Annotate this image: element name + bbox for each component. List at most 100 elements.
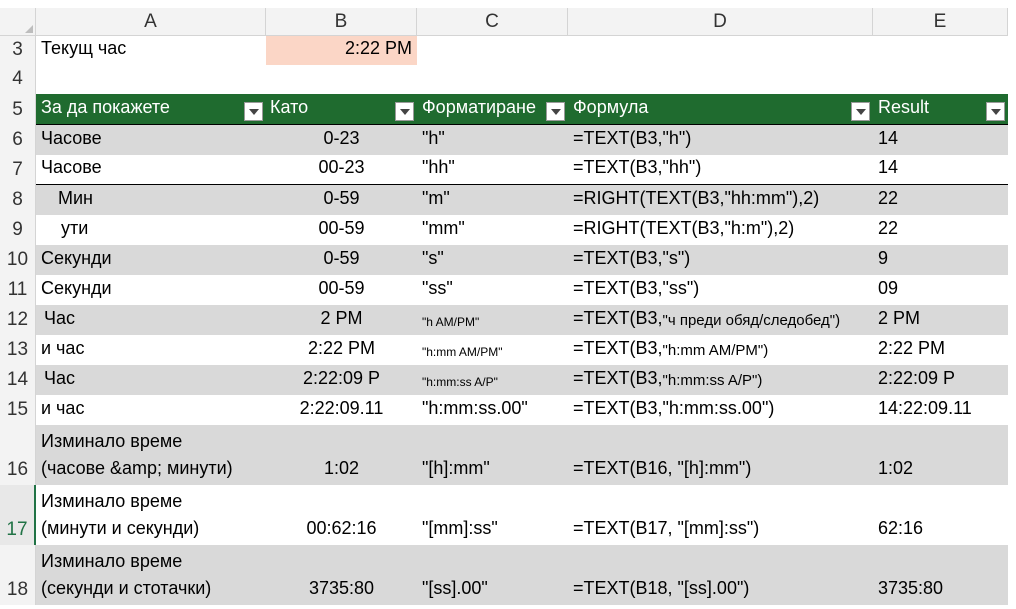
cell-formula[interactable]: =RIGHT(TEXT(B3,"hh:mm"),2) <box>568 185 873 215</box>
cell-to-display[interactable]: Мин <box>36 185 266 215</box>
cell-formula[interactable]: =TEXT(B18, "[ss].00") <box>568 545 873 605</box>
cell-format[interactable]: "h:mm AM/PM" <box>417 335 568 365</box>
cell-c3[interactable] <box>417 36 568 65</box>
cell-formula[interactable]: =TEXT(B3,"hh") <box>568 155 873 184</box>
column-header-b[interactable]: B <box>266 8 417 35</box>
cell-as[interactable]: 00:62:16 <box>266 485 417 545</box>
cell-as[interactable]: 0-59 <box>266 185 417 215</box>
cell-to-display[interactable]: Часове <box>36 125 266 155</box>
filter-dropdown-icon[interactable] <box>851 102 870 121</box>
header-to-display[interactable]: За да покажете <box>36 94 266 124</box>
cell-to-display[interactable]: Секунди <box>36 275 266 305</box>
cell-as[interactable]: 3735:80 <box>266 545 417 605</box>
cell-formula[interactable]: =TEXT(B3,"h") <box>568 125 873 155</box>
cell-as[interactable]: 00-59 <box>266 275 417 305</box>
cell-format[interactable]: "m" <box>417 185 568 215</box>
cell-result[interactable]: 2 PM <box>873 305 1008 335</box>
cell-to-display[interactable]: Изминало време (минути и секунди) <box>36 485 266 545</box>
cell-result[interactable]: 14 <box>873 125 1008 155</box>
cell-result[interactable]: 14 <box>873 155 1008 184</box>
row-header[interactable]: 4 <box>0 65 36 94</box>
cell-result[interactable]: 14:22:09.11 <box>873 395 1008 425</box>
cell-format[interactable]: "h AM/PM" <box>417 305 568 335</box>
row-header[interactable]: 6 <box>0 125 36 155</box>
cell-result[interactable]: 1:02 <box>873 425 1008 485</box>
cell-format[interactable]: "h:mm:ss.00" <box>417 395 568 425</box>
row-header[interactable]: 5 <box>0 94 36 125</box>
cell-as[interactable]: 0-23 <box>266 125 417 155</box>
row-header[interactable]: 11 <box>0 275 36 305</box>
cell-result[interactable]: 2:22:09 P <box>873 365 1008 395</box>
cell-a4[interactable] <box>36 65 266 94</box>
column-header-d[interactable]: D <box>568 8 873 35</box>
cell-to-display[interactable]: Часове <box>36 155 266 184</box>
row-header[interactable]: 13 <box>0 335 36 365</box>
select-all-corner[interactable] <box>0 8 36 35</box>
cell-formula[interactable]: =TEXT(B3, "ч преди обяд/следобед") <box>568 305 873 335</box>
cell-result[interactable]: 9 <box>873 245 1008 275</box>
cell-as[interactable]: 1:02 <box>266 425 417 485</box>
cell-to-display[interactable]: и час <box>36 395 266 425</box>
row-header[interactable]: 3 <box>0 36 36 65</box>
cell-result[interactable]: 3735:80 <box>873 545 1008 605</box>
row-header[interactable]: 18 <box>0 545 36 605</box>
header-as[interactable]: Като <box>266 94 417 124</box>
cell-result[interactable]: 62:16 <box>873 485 1008 545</box>
cell-to-display[interactable]: Изминало време (секунди и стотачки) <box>36 545 266 605</box>
row-header[interactable]: 8 <box>0 185 36 215</box>
cell-formula[interactable]: =TEXT(B16, "[h]:mm") <box>568 425 873 485</box>
cell-format[interactable]: "h" <box>417 125 568 155</box>
cell-as[interactable]: 2 PM <box>266 305 417 335</box>
cell-as[interactable]: 0-59 <box>266 245 417 275</box>
cell-format[interactable]: "s" <box>417 245 568 275</box>
filter-dropdown-icon[interactable] <box>244 102 263 121</box>
cell-to-display[interactable]: Час <box>36 305 266 335</box>
row-header[interactable]: 7 <box>0 155 36 185</box>
cell-e3[interactable] <box>873 36 1008 65</box>
cell-format[interactable]: "[mm]:ss" <box>417 485 568 545</box>
column-header-e[interactable]: E <box>873 8 1008 35</box>
cell-as[interactable]: 00-59 <box>266 215 417 245</box>
cell-format[interactable]: "h:mm:ss A/P" <box>417 365 568 395</box>
column-header-c[interactable]: C <box>417 8 568 35</box>
cell-to-display[interactable]: Изминало време (часове &amp; минути) <box>36 425 266 485</box>
row-header[interactable]: 14 <box>0 365 36 395</box>
cell-a3[interactable]: Текущ час <box>36 36 266 65</box>
cell-d4[interactable] <box>568 65 873 94</box>
cell-formula[interactable]: =TEXT(B3, "h:mm:ss A/P") <box>568 365 873 395</box>
cell-format[interactable]: "hh" <box>417 155 568 184</box>
filter-dropdown-icon[interactable] <box>395 102 414 121</box>
filter-dropdown-icon[interactable] <box>986 102 1005 121</box>
row-header[interactable]: 16 <box>0 425 36 485</box>
spreadsheet[interactable]: A B C D E 3 Текущ час 2:22 PM 4 5 За да … <box>0 0 1016 609</box>
row-header[interactable]: 10 <box>0 245 36 275</box>
cell-formula[interactable]: =TEXT(B3,"s") <box>568 245 873 275</box>
header-formula[interactable]: Формула <box>568 94 873 124</box>
filter-dropdown-icon[interactable] <box>546 102 565 121</box>
cell-to-display[interactable]: Час <box>36 365 266 395</box>
cell-formula[interactable]: =TEXT(B3,"h:mm:ss.00") <box>568 395 873 425</box>
cell-to-display[interactable]: ути <box>36 215 266 245</box>
cell-format[interactable]: "[h]:mm" <box>417 425 568 485</box>
cell-result[interactable]: 2:22 PM <box>873 335 1008 365</box>
cell-result[interactable]: 09 <box>873 275 1008 305</box>
cell-c4[interactable] <box>417 65 568 94</box>
column-header-a[interactable]: A <box>36 8 266 35</box>
cell-result[interactable]: 22 <box>873 185 1008 215</box>
cell-b3-current-time[interactable]: 2:22 PM <box>266 36 417 65</box>
cell-b4[interactable] <box>266 65 417 94</box>
cell-formula[interactable]: =TEXT(B3, "h:mm AM/PM") <box>568 335 873 365</box>
cell-format[interactable]: "mm" <box>417 215 568 245</box>
row-header[interactable]: 15 <box>0 395 36 425</box>
cell-as[interactable]: 2:22:09.11 <box>266 395 417 425</box>
row-header-selected[interactable]: 17 <box>0 485 36 545</box>
cell-as[interactable]: 2:22:09 P <box>266 365 417 395</box>
cell-result[interactable]: 22 <box>873 215 1008 245</box>
cell-formula[interactable]: =TEXT(B3,"ss") <box>568 275 873 305</box>
cell-d3[interactable] <box>568 36 873 65</box>
cell-formula[interactable]: =TEXT(B17, "[mm]:ss") <box>568 485 873 545</box>
cell-to-display[interactable]: и час <box>36 335 266 365</box>
row-header[interactable]: 12 <box>0 305 36 335</box>
cell-e4[interactable] <box>873 65 1008 94</box>
cell-to-display[interactable]: Секунди <box>36 245 266 275</box>
